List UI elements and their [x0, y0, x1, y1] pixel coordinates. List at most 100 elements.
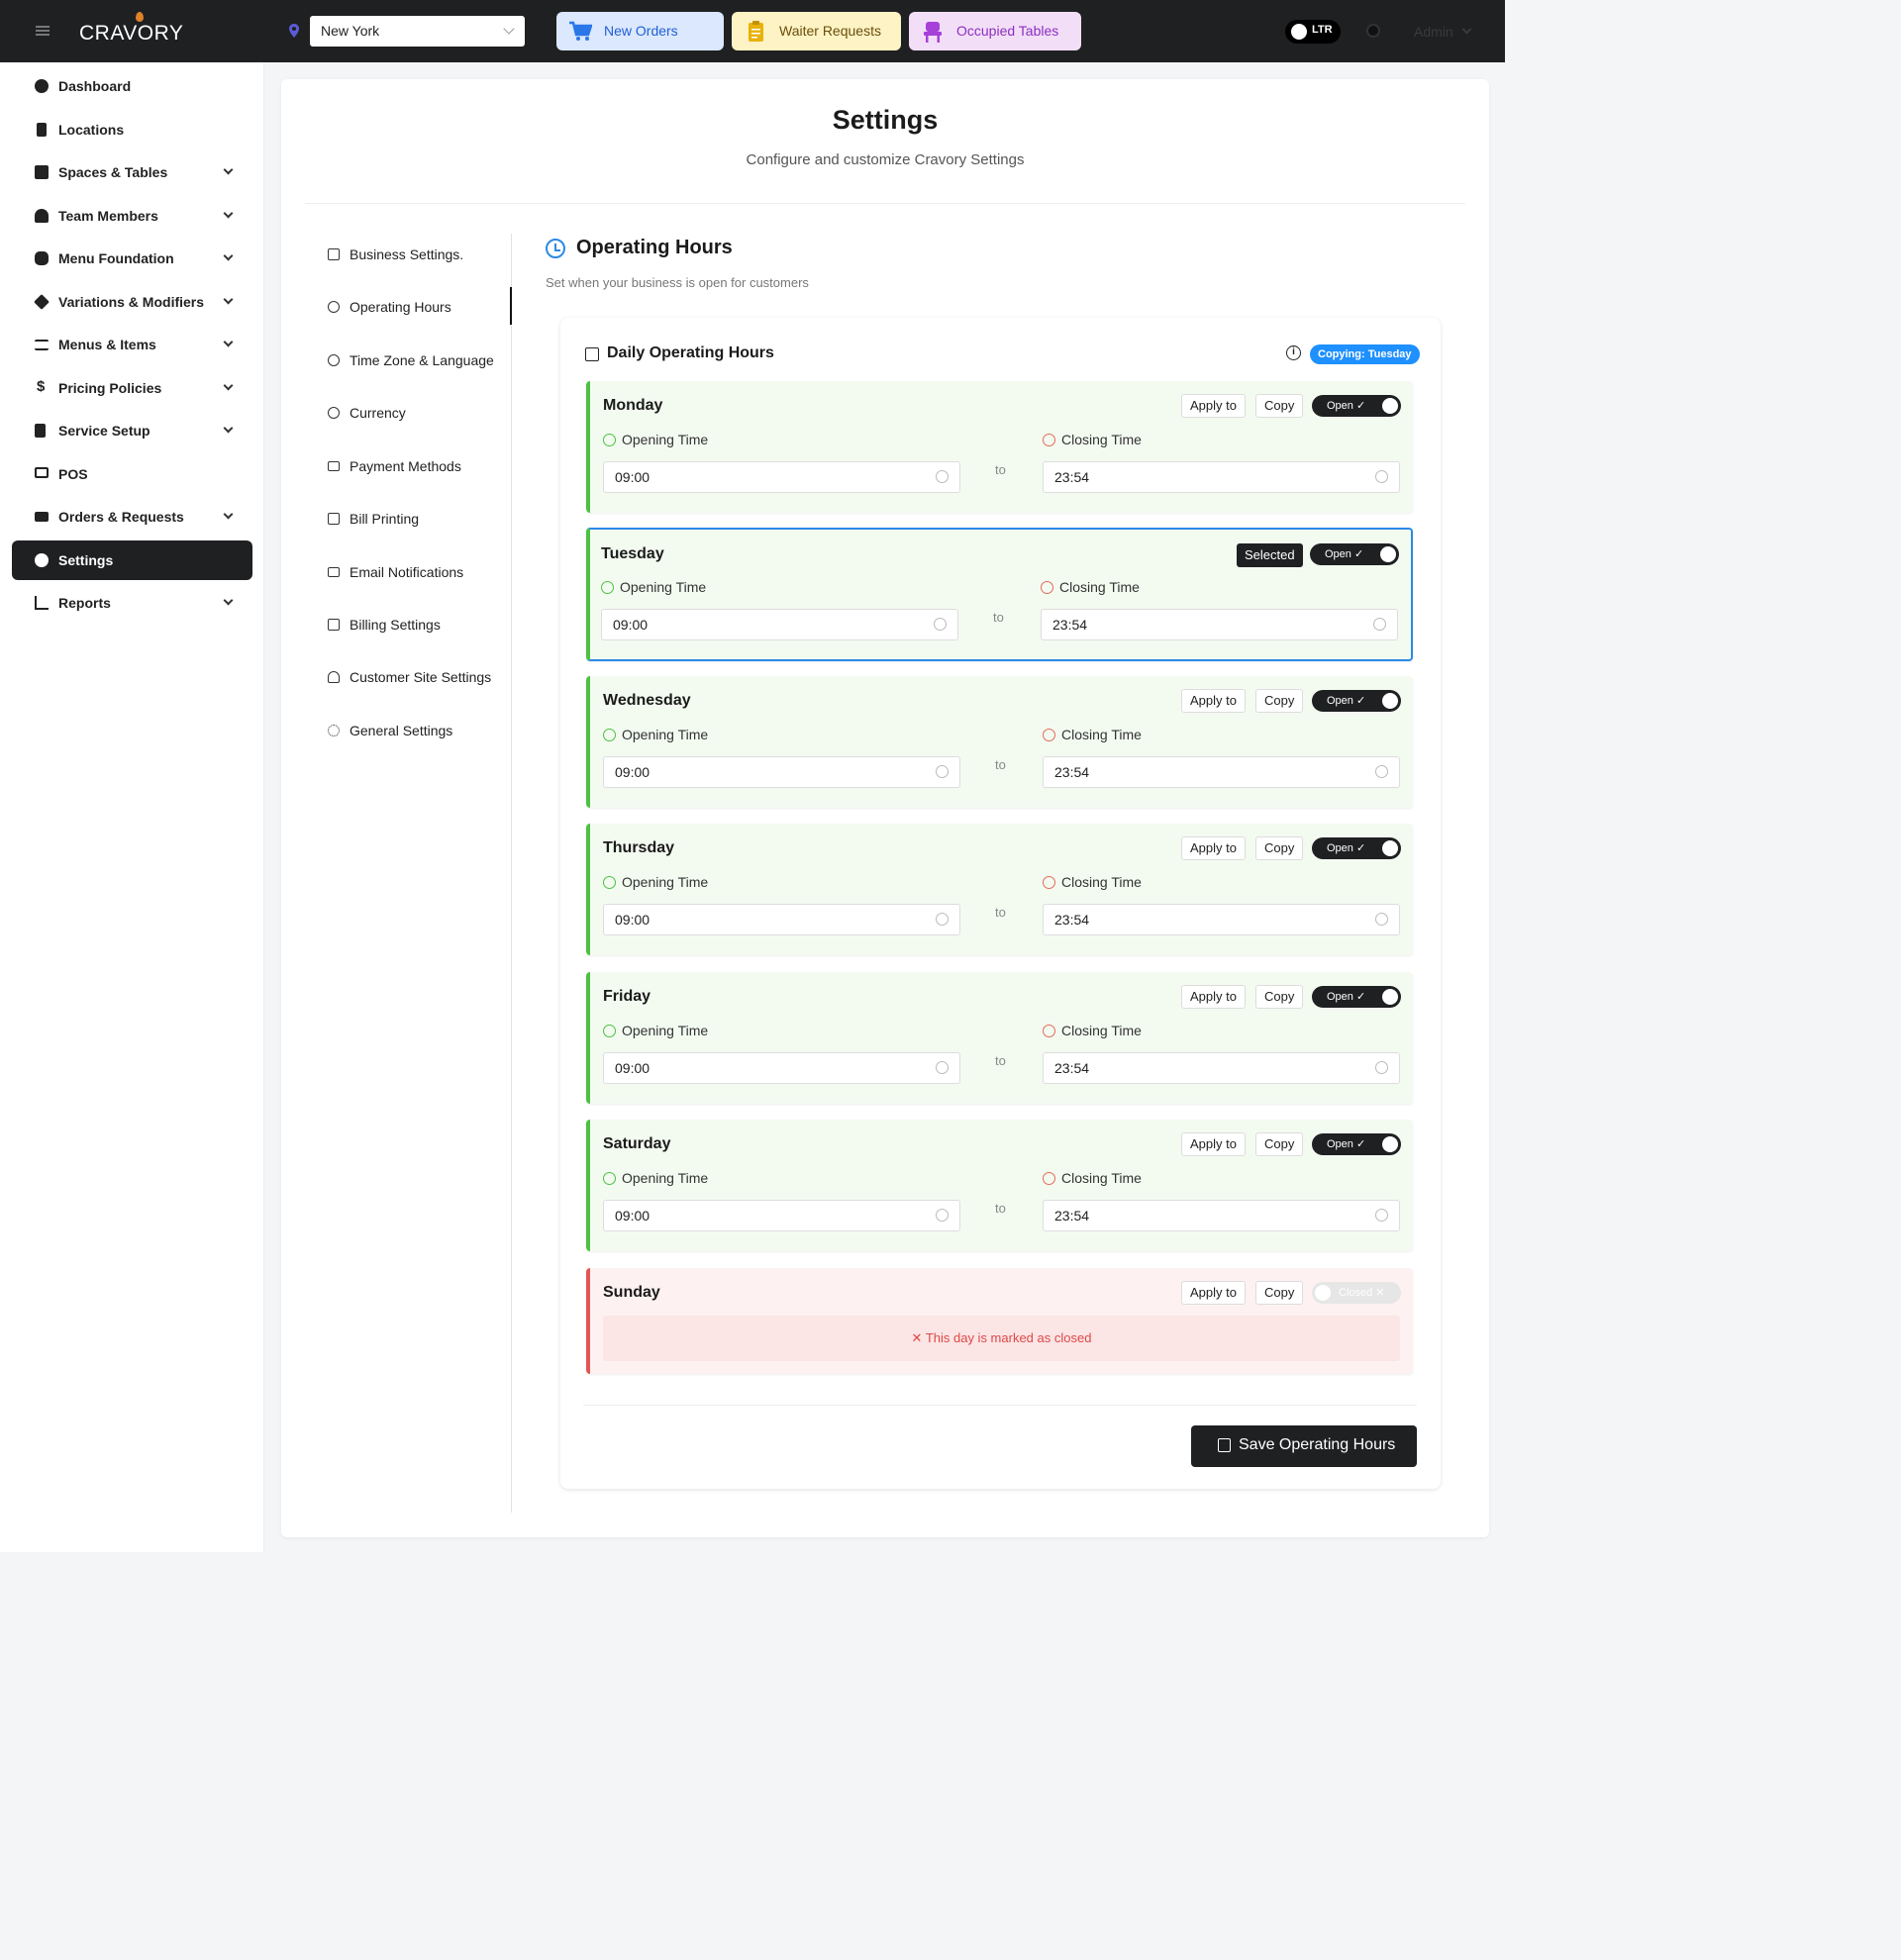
location-select[interactable]: New York [310, 16, 525, 47]
day-name: Sunday [603, 1284, 660, 1301]
sidebar-item-service-setup[interactable]: Service Setup [12, 411, 252, 450]
sidebar-item-label: Pricing Policies [58, 380, 162, 396]
settings-nav-email-notifications[interactable]: Email Notifications [328, 562, 463, 582]
chevron-down-icon [223, 164, 234, 175]
chevron-down-icon [223, 250, 234, 261]
waiter-requests-button[interactable]: Waiter Requests [732, 12, 901, 50]
apply-to-button[interactable]: Apply to [1181, 394, 1246, 418]
closing-time-label: Closing Time [1043, 1170, 1142, 1186]
sidebar-item-orders-requests[interactable]: Orders & Requests [12, 497, 252, 537]
copy-button[interactable]: Copy [1255, 689, 1304, 713]
section-title: Operating Hours [576, 237, 733, 258]
day-row-wednesday: Wednesday Apply to Copy Open ✓ Opening T… [586, 676, 1413, 808]
menu-icon[interactable] [36, 26, 50, 36]
settings-nav-label: Time Zone & Language [350, 352, 494, 368]
settings-nav-customer-site-settings[interactable]: Customer Site Settings [328, 667, 491, 687]
copying-badge: Copying: Tuesday [1310, 344, 1420, 364]
sidebar-item-variations-modifiers[interactable]: Variations & Modifiers [12, 282, 252, 322]
clock-icon [936, 1209, 949, 1222]
closing-time-input[interactable]: 23:54 [1043, 904, 1400, 935]
copy-button[interactable]: Copy [1255, 394, 1304, 418]
open-toggle[interactable]: Open ✓ [1312, 1133, 1401, 1155]
apply-to-button[interactable]: Apply to [1181, 1281, 1246, 1305]
apply-to-button[interactable]: Apply to [1181, 985, 1246, 1009]
settings-nav-currency[interactable]: Currency [328, 403, 406, 423]
opening-time-input[interactable]: 09:00 [603, 756, 960, 788]
settings-nav-business-settings[interactable]: Business Settings. [328, 245, 463, 264]
clock-icon [934, 618, 947, 631]
settings-nav-label: Currency [350, 405, 406, 421]
opening-time-input[interactable]: 09:00 [603, 1052, 960, 1084]
to-label: to [995, 1201, 1006, 1216]
clock-icon [603, 1172, 616, 1185]
settings-nav-time-zone-language[interactable]: Time Zone & Language [328, 350, 494, 370]
open-toggle[interactable]: Open ✓ [1312, 986, 1401, 1008]
info-icon[interactable]: i [1286, 345, 1301, 360]
opening-time-input[interactable]: 09:00 [603, 904, 960, 935]
copy-button[interactable]: Copy [1255, 985, 1304, 1009]
location-select-value: New York [321, 23, 380, 39]
sidebar-item-team-members[interactable]: Team Members [12, 196, 252, 236]
save-operating-hours-button[interactable]: Save Operating Hours [1191, 1425, 1417, 1467]
sidebar-item-menus-items[interactable]: Menus & Items [12, 325, 252, 364]
apply-to-button[interactable]: Apply to [1181, 836, 1246, 860]
toggle-label: Open ✓ [1327, 991, 1366, 1003]
sidebar-item-dashboard[interactable]: Dashboard [12, 66, 252, 106]
settings-nav-general-settings[interactable]: General Settings [328, 721, 452, 740]
copy-button[interactable]: Copy [1255, 836, 1304, 860]
settings-nav-operating-hours[interactable]: Operating Hours [328, 297, 451, 317]
opening-time-input[interactable]: 09:00 [603, 1200, 960, 1231]
settings-nav-bill-printing[interactable]: Bill Printing [328, 509, 419, 529]
opening-time-text: Opening Time [622, 432, 709, 447]
copy-button[interactable]: Copy [1255, 1132, 1304, 1156]
open-toggle[interactable]: Open ✓ [1310, 543, 1399, 565]
settings-nav-label: Business Settings. [350, 246, 464, 262]
settings-nav-payment-methods[interactable]: Payment Methods [328, 456, 461, 476]
apply-to-button[interactable]: Apply to [1181, 689, 1246, 713]
palette-icon[interactable] [1366, 24, 1380, 38]
clipboard-icon [749, 21, 763, 42]
closing-time-input[interactable]: 23:54 [1043, 756, 1400, 788]
open-toggle[interactable]: Open ✓ [1312, 690, 1401, 712]
clock-icon [936, 470, 949, 483]
closing-time-input[interactable]: 23:54 [1041, 609, 1398, 640]
user-menu[interactable]: Admin [1414, 24, 1453, 40]
sidebar-item-pricing-policies[interactable]: $ Pricing Policies [12, 368, 252, 408]
app-logo[interactable]: CRAVORY [79, 22, 183, 46]
copy-button[interactable]: Copy [1255, 1281, 1304, 1305]
settings-nav-divider [511, 234, 512, 1513]
chevron-down-icon [223, 294, 234, 305]
sidebar-item-reports[interactable]: Reports [12, 583, 252, 623]
sidebar-item-locations[interactable]: Locations [12, 110, 252, 149]
new-orders-button[interactable]: New Orders [556, 12, 724, 50]
sidebar-item-menu-foundation[interactable]: Menu Foundation [12, 239, 252, 278]
day-row-saturday: Saturday Apply to Copy Open ✓ Opening Ti… [586, 1120, 1413, 1251]
apply-to-button[interactable]: Apply to [1181, 1132, 1246, 1156]
sidebar-item-settings[interactable]: Settings [12, 540, 252, 580]
clock-icon [1373, 618, 1386, 631]
clock-icon [603, 1025, 616, 1037]
closing-time-input[interactable]: 23:54 [1043, 1052, 1400, 1084]
closing-time-text: Closing Time [1061, 727, 1142, 742]
chevron-down-icon[interactable] [1461, 24, 1472, 35]
open-toggle[interactable]: Open ✓ [1312, 837, 1401, 859]
calculator-icon [328, 619, 340, 631]
settings-nav-billing-settings[interactable]: Billing Settings [328, 615, 441, 635]
clock-icon [603, 876, 616, 889]
toggle-knob [1382, 1136, 1398, 1152]
closing-time-input[interactable]: 23:54 [1043, 461, 1400, 493]
closed-toggle[interactable]: Closed ✕ [1312, 1282, 1401, 1304]
opening-time-input[interactable]: 09:00 [603, 461, 960, 493]
closing-time-input[interactable]: 23:54 [1043, 1200, 1400, 1231]
sidebar-item-label: Service Setup [58, 423, 150, 439]
direction-toggle[interactable]: LTR [1285, 20, 1341, 44]
settings-nav-label: Customer Site Settings [350, 669, 492, 685]
open-toggle[interactable]: Open ✓ [1312, 395, 1401, 417]
opening-time-label: Opening Time [603, 432, 708, 447]
sidebar-item-pos[interactable]: POS [12, 454, 252, 494]
opening-time-value: 09:00 [615, 469, 650, 485]
sidebar-item-spaces-tables[interactable]: Spaces & Tables [12, 152, 252, 192]
clock-icon [1375, 913, 1388, 926]
opening-time-input[interactable]: 09:00 [601, 609, 958, 640]
occupied-tables-button[interactable]: Occupied Tables [909, 12, 1081, 50]
